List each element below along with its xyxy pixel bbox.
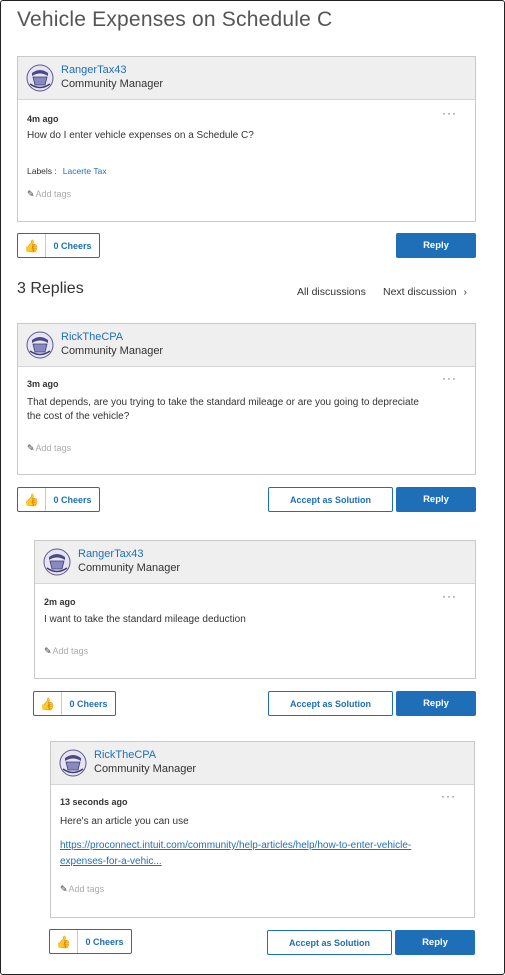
reply-post: RangerTax43 Community Manager 2m ago ···… [34, 540, 476, 679]
add-tags-link[interactable]: ✎Add tags [27, 189, 71, 200]
thumbs-up-icon[interactable]: 👍 [18, 488, 46, 511]
post-header: RickTheCPA Community Manager [51, 742, 474, 785]
reply-button[interactable]: Reply [396, 233, 476, 258]
more-options-icon[interactable]: ··· [442, 589, 457, 603]
post-time: 4m ago [27, 114, 59, 124]
accept-solution-button[interactable]: Accept as Solution [268, 487, 393, 512]
post-time: 13 seconds ago [60, 797, 128, 807]
pencil-icon: ✎ [60, 884, 68, 894]
accept-solution-button[interactable]: Accept as Solution [268, 691, 393, 716]
cheers-count: 0 Cheers [69, 698, 108, 709]
post-time: 3m ago [27, 379, 59, 389]
thumbs-up-icon[interactable]: 👍 [18, 234, 46, 257]
post-text-line-2: the cost of the vehicle? [27, 411, 130, 422]
cheers-button[interactable]: 👍 0 Cheers [33, 691, 116, 716]
post-header: RangerTax43 Community Manager [18, 57, 475, 100]
add-tags-link[interactable]: ✎Add tags [44, 646, 88, 657]
avatar-icon[interactable] [26, 331, 54, 359]
avatar-icon[interactable] [59, 749, 87, 777]
replies-count-heading: 3 Replies [17, 280, 84, 297]
cheers-button[interactable]: 👍 0 Cheers [17, 487, 100, 512]
reply-post: RickTheCPA Community Manager 13 seconds … [50, 741, 475, 918]
label-link[interactable]: Lacerte Tax [63, 166, 107, 176]
reply-button[interactable]: Reply [395, 930, 475, 955]
post-text: I want to take the standard mileage dedu… [44, 614, 246, 625]
author-name[interactable]: RangerTax43 [61, 64, 126, 76]
author-name[interactable]: RickTheCPA [94, 749, 156, 761]
add-tags-label: Add tags [35, 189, 72, 199]
chevron-right-icon: › [463, 286, 467, 298]
next-discussion-link[interactable]: Next discussion › [383, 286, 467, 298]
more-options-icon[interactable]: ··· [441, 789, 456, 803]
avatar-icon[interactable] [26, 64, 54, 92]
labels-line: Labels : Lacerte Tax [27, 166, 107, 176]
post-text: How do I enter vehicle expenses on a Sch… [27, 130, 254, 141]
author-role: Community Manager [78, 562, 181, 574]
pencil-icon: ✎ [27, 443, 35, 453]
article-link-line-1[interactable]: https://proconnect.intuit.com/community/… [60, 838, 411, 854]
more-options-icon[interactable]: ··· [442, 106, 457, 120]
pencil-icon: ✎ [44, 646, 52, 656]
author-name[interactable]: RickTheCPA [61, 331, 123, 343]
add-tags-label: Add tags [68, 884, 105, 894]
page-title: Vehicle Expenses on Schedule C [17, 8, 333, 31]
author-role: Community Manager [94, 763, 197, 775]
post-time: 2m ago [44, 597, 76, 607]
cheers-button[interactable]: 👍 0 Cheers [17, 233, 100, 258]
author-role: Community Manager [61, 345, 164, 357]
cheers-button[interactable]: 👍 0 Cheers [49, 929, 132, 954]
cheers-count: 0 Cheers [85, 936, 124, 947]
all-discussions-link[interactable]: All discussions [297, 286, 366, 298]
post-header: RangerTax43 Community Manager [35, 541, 475, 584]
accept-solution-button[interactable]: Accept as Solution [267, 930, 392, 955]
labels-prefix: Labels : [27, 166, 57, 176]
original-post: RangerTax43 Community Manager 4m ago ···… [17, 56, 476, 222]
avatar-icon[interactable] [43, 548, 71, 576]
add-tags-link[interactable]: ✎Add tags [60, 884, 104, 895]
next-discussion-label: Next discussion [383, 286, 457, 298]
cheers-count: 0 Cheers [53, 494, 92, 505]
reply-post: RickTheCPA Community Manager 3m ago ··· … [17, 323, 476, 475]
reply-button[interactable]: Reply [396, 487, 476, 512]
thumbs-up-icon[interactable]: 👍 [34, 692, 62, 715]
more-options-icon[interactable]: ··· [442, 371, 457, 385]
post-header: RickTheCPA Community Manager [18, 324, 475, 367]
article-link-line-2[interactable]: expenses-for-a-vehic... [60, 854, 162, 870]
pencil-icon: ✎ [27, 189, 35, 199]
author-role: Community Manager [61, 78, 164, 90]
author-name[interactable]: RangerTax43 [78, 548, 143, 560]
post-text: Here's an article you can use [60, 816, 189, 827]
add-tags-link[interactable]: ✎Add tags [27, 443, 71, 454]
reply-button[interactable]: Reply [396, 691, 476, 716]
thumbs-up-icon[interactable]: 👍 [50, 930, 78, 953]
add-tags-label: Add tags [35, 443, 72, 453]
cheers-count: 0 Cheers [53, 240, 92, 251]
add-tags-label: Add tags [52, 646, 89, 656]
